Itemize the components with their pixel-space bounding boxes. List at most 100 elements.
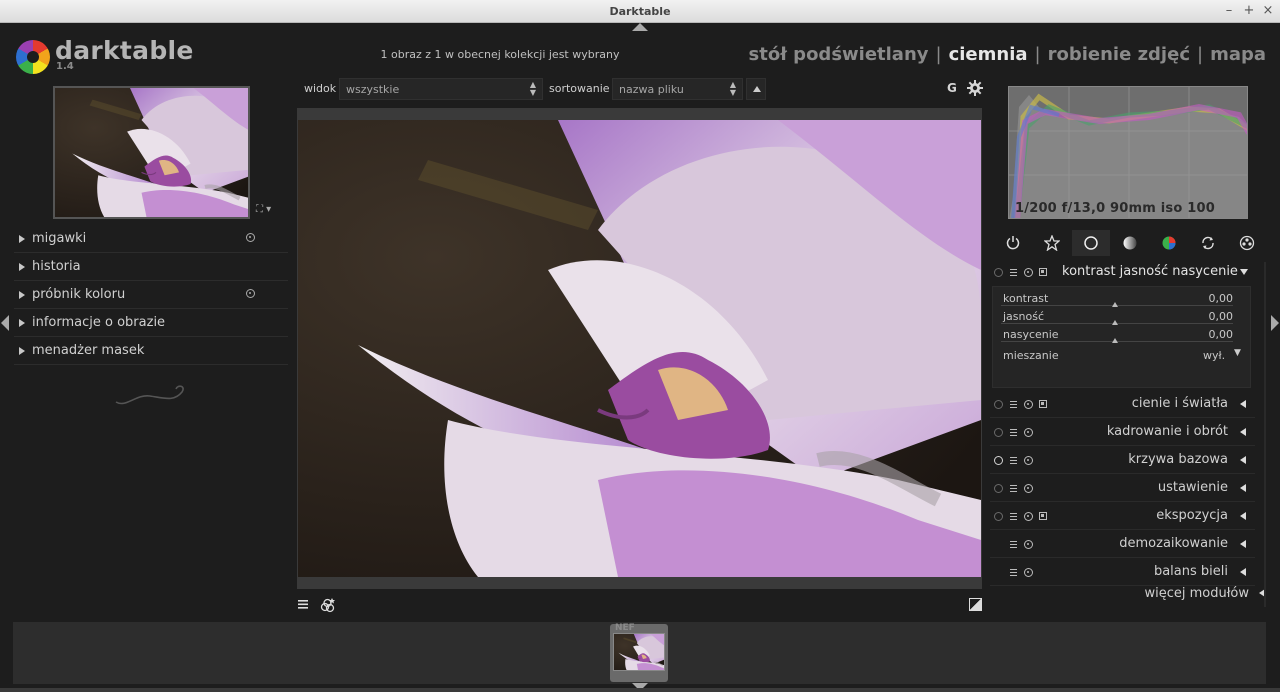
- module-name: balans bieli: [1153, 564, 1228, 579]
- histogram[interactable]: 1/200 f/13,0 90mm iso 100: [1008, 86, 1248, 219]
- presets-icon[interactable]: [1024, 268, 1033, 277]
- module-shadows-highlights[interactable]: cienie i światła: [990, 390, 1255, 418]
- presets-icon[interactable]: [1024, 484, 1033, 493]
- left-module-color-picker[interactable]: próbnik koloru: [14, 281, 288, 309]
- panel-end-flourish-icon: [115, 385, 184, 405]
- filmstrip-thumbnail[interactable]: NEF: [610, 623, 668, 682]
- presets-icon[interactable]: [1024, 400, 1033, 409]
- center-image-area[interactable]: [297, 108, 982, 589]
- more-modules-button[interactable]: więcej modułów: [1000, 586, 1265, 606]
- reset-icon[interactable]: [1039, 400, 1047, 408]
- saturation-slider[interactable]: nasycenie 0,00: [1001, 327, 1233, 345]
- presets-icon[interactable]: [1024, 568, 1033, 577]
- presets-icon[interactable]: [1024, 428, 1033, 437]
- grouping-button[interactable]: G: [947, 81, 957, 95]
- module-orientation[interactable]: ustawienie: [990, 474, 1255, 502]
- brightness-slider[interactable]: jasność 0,00: [1001, 309, 1233, 327]
- chevron-down-icon: ▼: [1234, 348, 1241, 358]
- presets-icon[interactable]: [1024, 456, 1033, 465]
- navigator-thumbnail: [55, 88, 250, 219]
- gear-icon[interactable]: [967, 80, 983, 96]
- collapse-left-panel-icon[interactable]: [1, 315, 9, 331]
- app-version: 1.4: [56, 61, 74, 72]
- filmstrip[interactable]: NEF: [13, 622, 1266, 684]
- overexposed-toggle-button[interactable]: [969, 598, 982, 611]
- expand-arrow-icon: [19, 290, 25, 299]
- group-correct[interactable]: [1189, 230, 1227, 256]
- group-effects[interactable]: [1228, 230, 1266, 256]
- blend-mode-combo[interactable]: mieszanie wył. ▼: [1003, 348, 1249, 362]
- group-favorites[interactable]: [1033, 230, 1071, 256]
- slider-knob[interactable]: [1112, 338, 1118, 343]
- module-exposure[interactable]: ekspozycja: [990, 502, 1255, 530]
- presets-icon[interactable]: [246, 233, 255, 242]
- slider-label: nasycenie: [1003, 328, 1059, 341]
- group-active-modules[interactable]: [994, 230, 1032, 256]
- multi-instance-menu-icon[interactable]: [1010, 541, 1017, 548]
- module-name: kontrast jasność nasycenie: [1062, 264, 1238, 279]
- module-white-balance[interactable]: balans bieli: [990, 558, 1255, 586]
- main-photo[interactable]: [298, 120, 981, 577]
- navigator-zoom-icon[interactable]: ⛶ ▾: [256, 204, 271, 215]
- blend-label: mieszanie: [1003, 349, 1059, 362]
- minimize-icon[interactable]: –: [1222, 3, 1236, 18]
- power-icon: [1006, 236, 1020, 250]
- updown-icon: ▲ ▼: [729, 80, 736, 97]
- right-panel-scrollbar[interactable]: [1264, 262, 1266, 607]
- module-header[interactable]: kontrast jasność nasycenie: [990, 262, 1265, 284]
- module-power-icon[interactable]: [994, 512, 1003, 521]
- module-power-icon[interactable]: [994, 456, 1003, 465]
- view-darkroom[interactable]: ciemnia: [949, 44, 1028, 65]
- updown-icon: ▲ ▼: [529, 80, 536, 97]
- module-power-icon[interactable]: [994, 400, 1003, 409]
- module-power-icon[interactable]: [994, 484, 1003, 493]
- collapse-arrow-icon[interactable]: [1240, 269, 1248, 275]
- multi-instance-menu-icon[interactable]: [1010, 485, 1017, 492]
- reset-icon[interactable]: [1039, 512, 1047, 520]
- group-basic[interactable]: [1072, 230, 1110, 256]
- multi-instance-menu-icon[interactable]: [1010, 401, 1017, 408]
- left-module-snapshots[interactable]: migawki: [14, 225, 288, 253]
- correct-icon: [1202, 236, 1214, 250]
- view-separator: |: [1034, 44, 1041, 65]
- view-map[interactable]: mapa: [1210, 44, 1266, 65]
- reset-icon[interactable]: [1039, 268, 1047, 276]
- presets-icon[interactable]: [246, 289, 255, 298]
- multi-instance-menu-icon[interactable]: [1010, 269, 1017, 276]
- left-module-mask-manager[interactable]: menadżer masek: [14, 337, 288, 365]
- contrast-slider[interactable]: kontrast 0,00: [1001, 291, 1233, 309]
- module-demosaic[interactable]: demozaikowanie: [990, 530, 1255, 558]
- left-module-history[interactable]: historia: [14, 253, 288, 281]
- slider-knob[interactable]: [1112, 320, 1118, 325]
- left-module-image-info[interactable]: informacje o obrazie: [14, 309, 288, 337]
- view-lighttable[interactable]: stół podświetlany: [749, 44, 929, 65]
- slider-knob[interactable]: [1112, 302, 1118, 307]
- group-tone[interactable]: [1111, 230, 1149, 256]
- module-crop-rotate[interactable]: kadrowanie i obrót: [990, 418, 1255, 446]
- navigator-preview[interactable]: [53, 86, 250, 219]
- sort-combo[interactable]: nazwa pliku ▲ ▼: [612, 78, 743, 100]
- maximize-icon[interactable]: +: [1242, 3, 1256, 18]
- window-title: Darktable: [609, 5, 671, 18]
- presets-icon[interactable]: [1024, 540, 1033, 549]
- group-color[interactable]: [1150, 230, 1188, 256]
- presets-icon[interactable]: [1024, 512, 1033, 521]
- multi-instance-menu-icon[interactable]: [1010, 457, 1017, 464]
- view-tethering[interactable]: robienie zdjęć: [1048, 44, 1190, 65]
- module-power-icon[interactable]: [994, 268, 1003, 277]
- view-filter-combo[interactable]: wszystkie ▲ ▼: [339, 78, 543, 100]
- multi-instance-menu-icon[interactable]: [1010, 513, 1017, 520]
- sort-direction-button[interactable]: [746, 78, 766, 100]
- slider-label: jasność: [1003, 310, 1045, 323]
- styles-icon[interactable]: [320, 597, 336, 613]
- collapse-right-panel-icon[interactable]: [1271, 315, 1279, 331]
- multi-instance-menu-icon[interactable]: [1010, 569, 1017, 576]
- module-name: kadrowanie i obrót: [1106, 424, 1228, 439]
- collapse-top-panel-icon[interactable]: [632, 23, 648, 31]
- module-base-curve[interactable]: krzywa bazowa: [990, 446, 1255, 474]
- quick-access-menu-icon[interactable]: [297, 597, 309, 611]
- expand-arrow-icon: [1240, 484, 1246, 492]
- module-power-icon[interactable]: [994, 428, 1003, 437]
- close-icon[interactable]: ×: [1261, 3, 1275, 18]
- multi-instance-menu-icon[interactable]: [1010, 429, 1017, 436]
